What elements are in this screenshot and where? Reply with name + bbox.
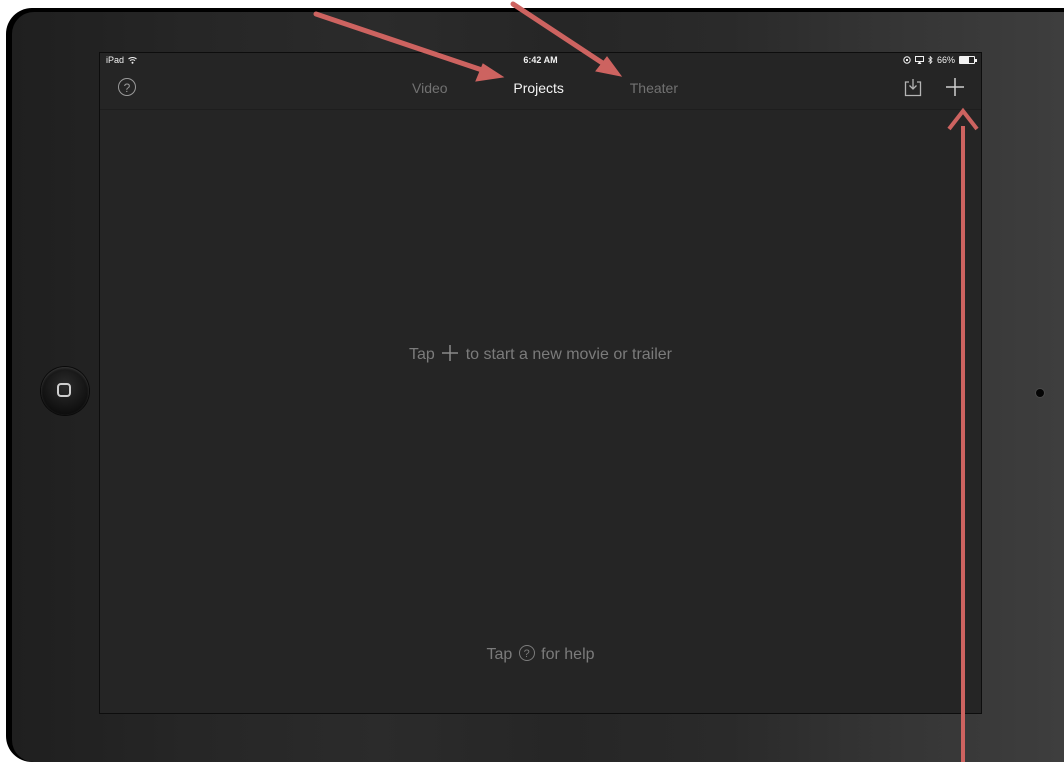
arrow-head-projects — [475, 63, 505, 82]
arrow-to-projects — [313, 11, 485, 73]
arrow-group — [313, 1, 979, 762]
arrow-to-theater — [510, 1, 607, 67]
annotation-arrows — [313, 1, 979, 762]
